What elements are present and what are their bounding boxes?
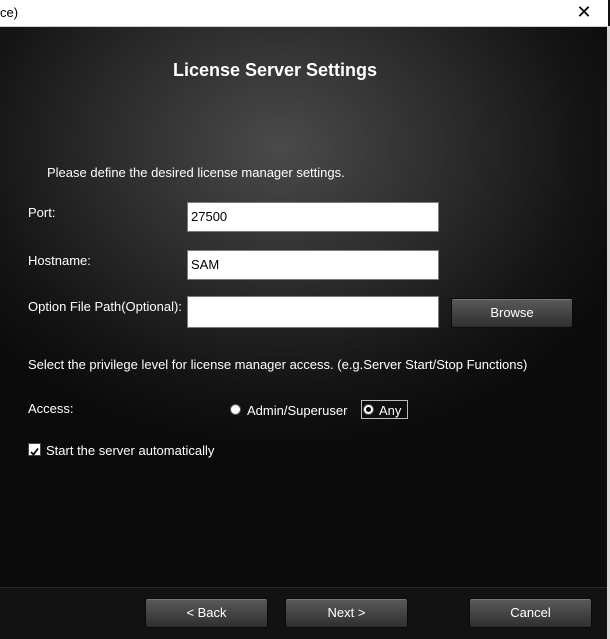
installer-window: ce) ✕ License Server Settings Please def… (0, 0, 610, 639)
next-button[interactable]: Next > (285, 598, 408, 628)
window-title: ce) (0, 5, 19, 20)
back-button[interactable]: < Back (145, 598, 268, 628)
autostart-label: Start the server automatically (46, 443, 215, 458)
autostart-checkbox[interactable] (28, 443, 41, 456)
option-file-label: Option File Path(Optional): (28, 299, 182, 314)
access-label: Access: (28, 401, 74, 416)
page-title: License Server Settings (172, 60, 378, 80)
browse-button-label: Browse (490, 305, 534, 320)
close-icon[interactable]: ✕ (574, 2, 594, 22)
browse-button[interactable]: Browse (451, 298, 573, 328)
intro-text: Please define the desired license manage… (47, 165, 345, 180)
back-button-label: < Back (186, 605, 227, 620)
cancel-button[interactable]: Cancel (469, 598, 592, 628)
radio-selected-dot (366, 407, 371, 412)
radio-admin[interactable] (230, 404, 241, 415)
radio-any[interactable] (363, 404, 374, 415)
port-label: Port: (28, 205, 56, 220)
next-button-label: Next > (327, 605, 366, 620)
hostname-label: Hostname: (28, 253, 91, 268)
port-input[interactable]: 27500 (187, 202, 439, 232)
checkmark-icon (30, 447, 39, 456)
privilege-prompt: Select the privilege level for license m… (28, 357, 528, 372)
radio-any-label: Any (379, 403, 402, 418)
title-bar: ce) ✕ (0, 0, 608, 27)
radio-admin-label: Admin/Superuser (247, 403, 348, 418)
hostname-input[interactable]: SAM (187, 250, 439, 280)
cancel-button-label: Cancel (510, 605, 551, 620)
option-file-input[interactable] (187, 296, 439, 328)
